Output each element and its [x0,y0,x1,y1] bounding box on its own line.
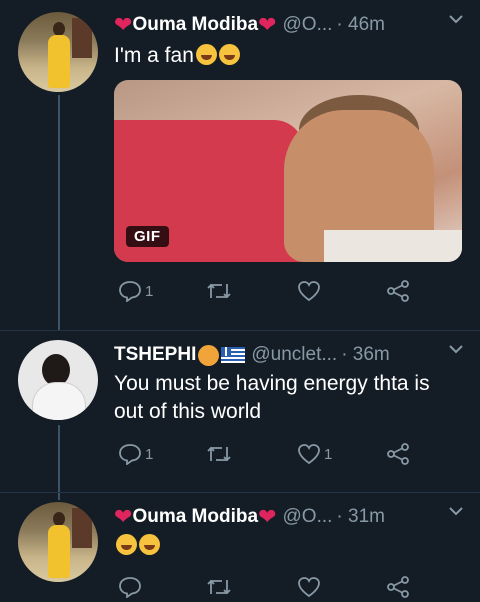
handle[interactable]: @O... [283,14,333,36]
tweet-actions: 1 [114,280,464,306]
heart-emoji: ❤ [114,12,133,37]
retweet-icon [207,283,231,299]
share-icon [387,576,409,598]
retweet-icon [207,446,231,462]
like-icon [298,577,320,598]
like-button[interactable] [297,280,324,302]
retweet-button[interactable] [206,443,235,465]
retweet-button[interactable] [206,280,235,302]
greece-flag-emoji [221,347,246,363]
gif-badge: GIF [126,226,169,247]
reply-icon [119,577,141,598]
like-button[interactable] [297,576,321,598]
timestamp[interactable]: · 31m [336,506,385,528]
share-button[interactable] [386,443,410,465]
chevron-down-icon[interactable] [448,342,464,358]
rofl-emoji [195,44,217,65]
share-button[interactable] [386,576,410,598]
reply-icon [119,444,141,465]
avatar[interactable] [18,340,98,420]
chevron-down-icon[interactable] [448,12,464,28]
tweet-header: ❤ Ouma Modiba ❤ @O... · 31m [114,504,464,530]
share-button[interactable] [386,280,410,302]
display-name[interactable]: TSHEPHI [114,344,196,366]
tweet-text: You must be having energy thta is out of… [114,370,430,426]
retweet-button[interactable] [206,576,232,598]
share-icon [387,280,409,302]
reply-button[interactable]: 1 [118,280,153,302]
display-name[interactable]: Ouma Modiba [132,14,258,36]
tweet-actions [114,576,464,602]
tweet-text-content: I'm a fan [114,44,194,67]
like-icon [298,444,320,465]
avatar[interactable] [18,502,98,582]
heart-emoji: ❤ [114,504,133,529]
reply-icon [119,281,141,302]
tweet-text-line: You must be having energy thta is [114,372,430,395]
tweet-header: TSHEPHI @unclet... · 36m [114,342,464,368]
tweet-text [114,532,160,560]
tweet-header: ❤ Ouma Modiba ❤ @O... · 46m [114,12,464,38]
display-name[interactable]: Ouma Modiba [132,506,258,528]
like-count: 1 [324,445,333,463]
lion-emoji [198,344,220,366]
reply-count: 1 [145,445,154,463]
like-button[interactable]: 1 [297,443,332,465]
avatar[interactable] [18,12,98,92]
retweet-icon [207,579,231,595]
timestamp[interactable]: · 46m [336,14,385,36]
reply-count: 1 [145,282,154,300]
tweet-actions: 1 1 [114,443,464,469]
tweet[interactable]: ❤ Ouma Modiba ❤ @O... · 31m [0,492,480,598]
tweet[interactable]: ❤ Ouma Modiba ❤ @O... · 46m I'm a fan GI… [0,0,480,330]
heart-emoji: ❤ [258,504,277,529]
like-icon [298,281,320,302]
tweet-text-line: out of this world [114,400,262,423]
share-icon [387,443,409,465]
reply-button[interactable] [118,576,142,598]
handle[interactable]: @unclet... [251,344,337,366]
laughing-emoji [116,534,137,555]
laughing-emoji [218,44,240,65]
rofl-emoji [139,534,160,555]
timestamp[interactable]: · 36m [341,344,390,366]
handle[interactable]: @O... [283,506,333,528]
reply-button[interactable]: 1 [118,443,153,465]
tweet-text: I'm a fan [114,42,240,70]
heart-emoji: ❤ [258,12,277,37]
tweet[interactable]: TSHEPHI @unclet... · 36m You must be hav… [0,330,480,492]
gif-media[interactable]: GIF [114,80,462,262]
chevron-down-icon[interactable] [448,504,464,520]
